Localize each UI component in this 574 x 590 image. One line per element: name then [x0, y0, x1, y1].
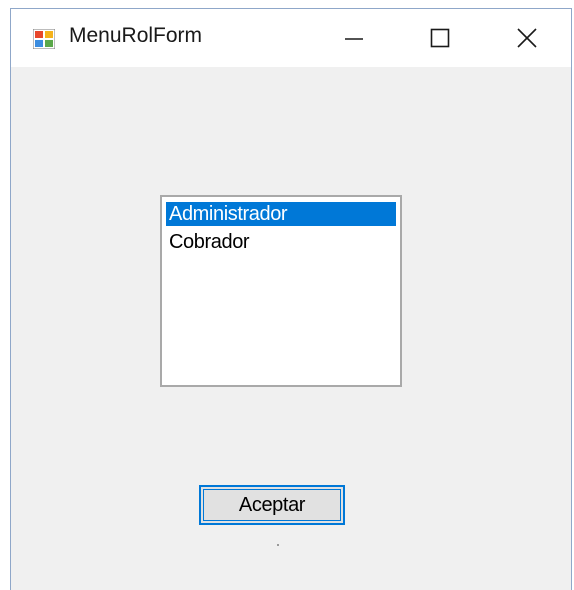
minimize-button[interactable]: [311, 9, 397, 67]
title-bar[interactable]: MenuRolForm: [11, 9, 571, 67]
window-title: MenuRolForm: [69, 24, 203, 47]
close-button[interactable]: [483, 9, 571, 67]
stray-dot: [277, 544, 279, 546]
close-icon: [517, 28, 537, 48]
maximize-icon: [430, 28, 450, 48]
form-window: MenuRolForm Administrador Cobrador Acept…: [10, 8, 572, 590]
list-item-administrador[interactable]: Administrador: [166, 202, 396, 226]
list-item-cobrador[interactable]: Cobrador: [166, 230, 396, 254]
accept-button-label: Aceptar: [238, 493, 306, 516]
maximize-button[interactable]: [397, 9, 483, 67]
roles-listbox[interactable]: Administrador Cobrador: [160, 195, 402, 387]
minimize-icon: [345, 38, 363, 40]
accept-button[interactable]: Aceptar: [199, 485, 345, 525]
form-app-icon: [33, 29, 55, 49]
